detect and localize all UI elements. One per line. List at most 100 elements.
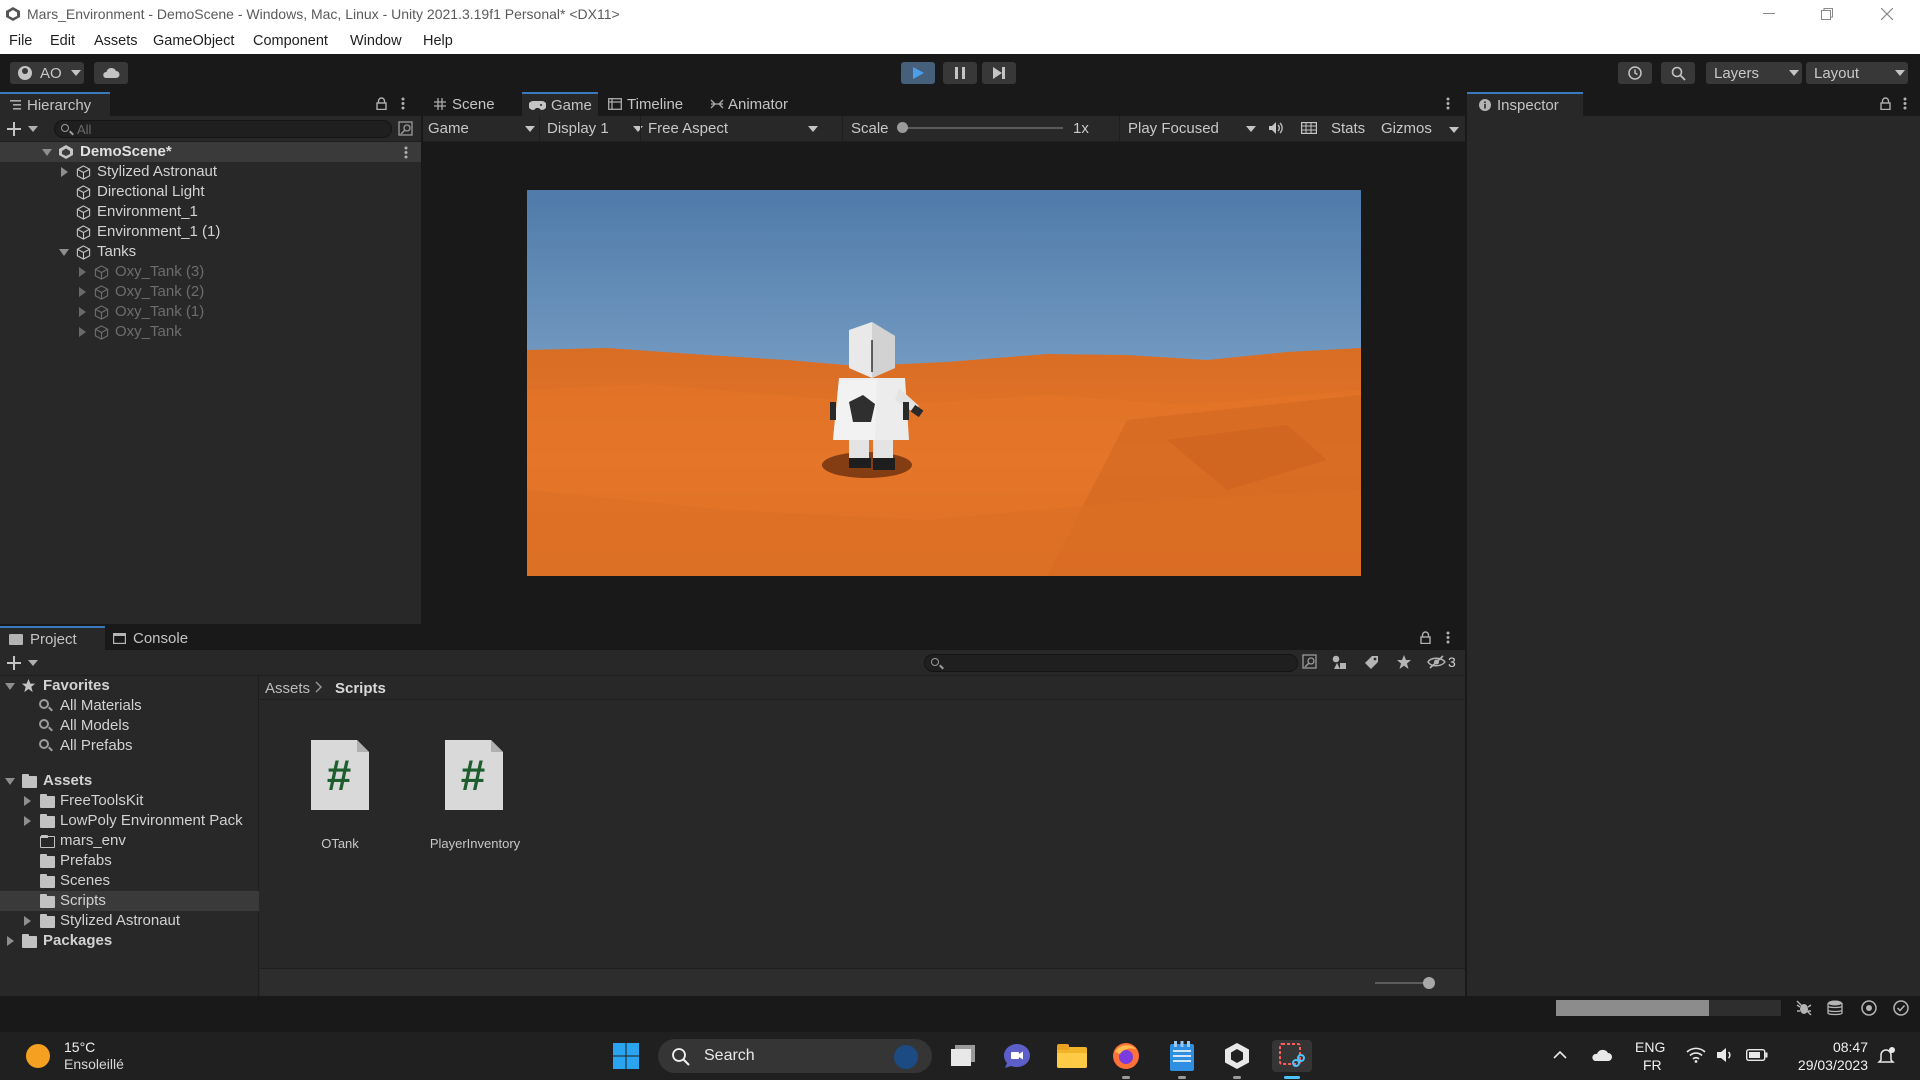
hierarchy-search-input[interactable]: All [54,120,392,138]
menu-window[interactable]: Window [350,33,402,49]
hidden-packages-eye-icon[interactable] [1427,655,1446,669]
hierarchy-item[interactable]: Oxy_Tank (2) [0,282,421,302]
lock-icon[interactable] [1880,97,1891,110]
stats-grid-icon[interactable] [1301,122,1317,134]
hierarchy-item[interactable]: Oxy_Tank [0,322,421,342]
chevron-up-icon[interactable] [1553,1050,1567,1059]
expand-arrow-icon[interactable] [7,936,14,946]
folder-item[interactable]: Stylized Astronaut [0,911,259,931]
cloud-button[interactable] [94,62,128,84]
mute-audio-icon[interactable] [1268,121,1284,135]
search-scene-icon[interactable] [398,121,414,137]
aspect-dropdown[interactable]: Free Aspect [648,119,828,139]
tab-animator[interactable]: Animator [706,92,806,116]
expand-arrow-icon[interactable] [59,249,69,256]
notifications-icon[interactable] [1877,1047,1895,1065]
packages-row[interactable]: Packages [0,931,259,951]
expand-arrow-icon[interactable] [79,287,86,297]
wifi-icon[interactable] [1686,1047,1706,1063]
script-file[interactable]: # OTank [300,740,380,851]
menu-gameobject[interactable]: GameObject [153,33,234,49]
tab-scene[interactable]: Scene [423,92,519,116]
menu-edit[interactable]: Edit [50,33,75,49]
label-tag-icon[interactable] [1364,655,1379,670]
pause-button[interactable] [943,62,977,84]
expand-arrow-icon[interactable] [24,916,31,926]
hierarchy-item[interactable]: Oxy_Tank (1) [0,302,421,322]
weather-widget[interactable]: 15°C Ensoleillé [14,1038,144,1074]
folder-item[interactable]: LowPoly Environment Pack [0,811,259,831]
scene-row[interactable]: DemoScene* [0,142,421,162]
search-button[interactable] [1661,62,1695,84]
hierarchy-item[interactable]: Directional Light [0,182,421,202]
gizmos-button[interactable]: Gizmos [1381,120,1432,137]
folder-item[interactable]: FreeToolsKit [0,791,259,811]
snipping-tool-button[interactable] [1272,1040,1312,1079]
layers-dropdown[interactable]: Layers [1706,62,1802,84]
collab-icon[interactable] [1860,999,1878,1017]
chevron-down-icon[interactable] [28,660,38,666]
play-mode-dropdown[interactable]: Play Focused [1128,119,1258,139]
restore-button[interactable] [1798,0,1856,28]
taskbar-search[interactable]: Search [658,1039,932,1073]
history-button[interactable] [1618,62,1652,84]
tab-game[interactable]: Game [522,92,598,116]
kebab-menu-icon[interactable] [1446,631,1450,644]
stats-button[interactable]: Stats [1331,120,1365,137]
breadcrumb-item[interactable]: Assets [265,680,310,697]
layout-dropdown[interactable]: Layout [1806,62,1908,84]
clock-time[interactable]: 08:47 [1786,1039,1868,1055]
scale-slider-track[interactable] [901,127,1063,129]
folder-item[interactable]: Scenes [0,871,259,891]
menu-file[interactable]: File [9,33,32,49]
volume-icon[interactable] [1716,1047,1734,1063]
assets-row[interactable]: Assets [0,771,259,791]
script-file[interactable]: # PlayerInventory [420,740,530,851]
notepad-button[interactable] [1166,1040,1198,1079]
hierarchy-item[interactable]: Environment_1 (1) [0,222,421,242]
cache-server-icon[interactable] [1826,999,1844,1017]
expand-arrow-icon[interactable] [42,149,52,156]
scale-slider-thumb[interactable] [897,122,908,133]
breadcrumb-item[interactable]: Scripts [335,680,386,697]
game-viewport[interactable] [527,190,1361,576]
favorite-star-icon[interactable] [1396,654,1412,670]
filter-type-icon[interactable] [1331,654,1348,671]
kebab-menu-icon[interactable] [1903,97,1907,110]
scene-kebab-icon[interactable] [404,146,408,159]
kebab-menu-icon[interactable] [401,97,405,110]
menu-assets[interactable]: Assets [94,33,138,49]
kebab-menu-icon[interactable] [1446,97,1450,110]
chevron-down-icon[interactable] [1449,127,1459,133]
favorite-item[interactable]: All Prefabs [0,736,259,756]
close-button[interactable] [1858,0,1916,28]
zoom-slider-thumb[interactable] [1423,977,1435,989]
expand-arrow-icon[interactable] [5,778,15,785]
check-circle-icon[interactable] [1892,999,1910,1017]
expand-arrow-icon[interactable] [24,816,31,826]
add-icon[interactable] [7,122,21,136]
hierarchy-item[interactable]: Environment_1 [0,202,421,222]
project-search-input[interactable] [924,654,1298,672]
folder-item-selected[interactable]: Scripts [0,891,259,911]
clock-date[interactable]: 29/03/2023 [1786,1057,1868,1073]
tab-hierarchy[interactable]: Hierarchy [0,92,110,116]
display-dropdown[interactable]: Display 1 [547,119,647,139]
hierarchy-item[interactable]: Tanks [0,242,421,262]
expand-arrow-icon[interactable] [61,167,68,177]
tab-timeline[interactable]: Timeline [603,92,703,116]
firefox-button[interactable] [1110,1040,1142,1079]
hierarchy-item[interactable]: Oxy_Tank (3) [0,262,421,282]
favorite-item[interactable]: All Materials [0,696,259,716]
expand-arrow-icon[interactable] [5,683,15,690]
tab-console[interactable]: Console [105,626,205,650]
view-dropdown[interactable]: Game [428,119,538,139]
keyboard-layout-indicator[interactable]: FR [1643,1057,1662,1073]
onedrive-icon[interactable] [1590,1048,1612,1062]
chevron-down-icon[interactable] [28,126,38,132]
battery-icon[interactable] [1746,1049,1768,1061]
play-button[interactable] [901,62,935,84]
tab-project[interactable]: Project [0,626,105,650]
tab-inspector[interactable]: Inspector [1467,92,1583,116]
folder-item[interactable]: Prefabs [0,851,259,871]
